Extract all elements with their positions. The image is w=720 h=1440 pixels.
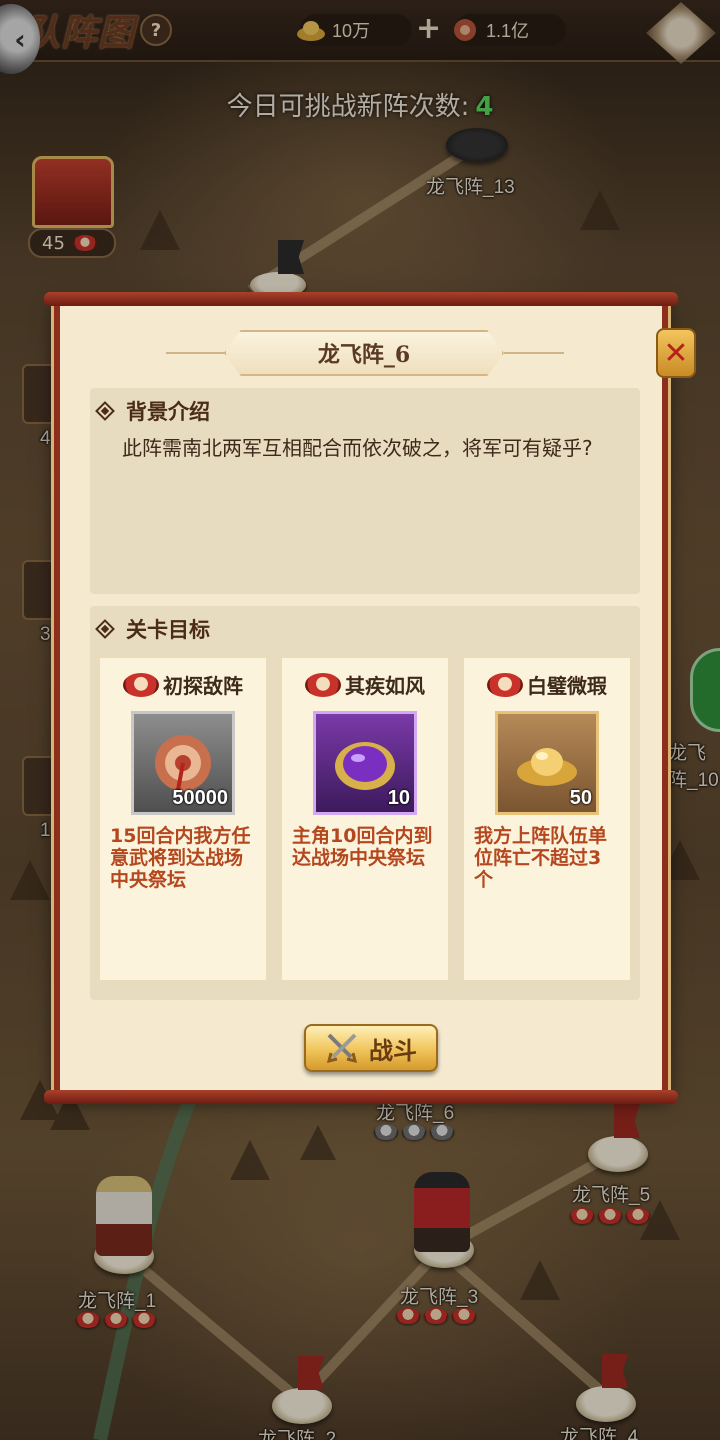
dialog-title-plate: 龙飞阵_6	[224, 330, 504, 376]
diamond-icon	[95, 401, 115, 421]
reward-quantity: 50000	[172, 787, 228, 809]
reward-item[interactable]: 50000	[131, 711, 235, 815]
objective-card: 初探敌阵 50000 15回合内我方任意武将到达战场中央祭坛	[98, 656, 268, 982]
formation-detail-dialog: 龙飞阵_6 ✕ 背景介绍 此阵需南北两军互相配合而依次破之，将军可有疑乎? 关卡…	[44, 292, 696, 1104]
objective-name: 初探敌阵	[163, 674, 243, 698]
objectives-section: 关卡目标 初探敌阵 50000 15回合内我方任意武将到达战场中央祭坛 其疾如风…	[90, 606, 640, 1000]
objective-header: 其疾如风	[305, 670, 425, 699]
reward-item[interactable]: 10	[313, 711, 417, 815]
objective-list: 初探敌阵 50000 15回合内我方任意武将到达战场中央祭坛 其疾如风 10 主…	[90, 644, 640, 982]
objective-card: 白璧微瑕 50 我方上阵队伍单位阵亡不超过3个	[462, 656, 632, 982]
objective-card: 其疾如风 10 主角10回合内到达战场中央祭坛	[280, 656, 450, 982]
objective-description: 主角10回合内到达战场中央祭坛	[292, 825, 433, 869]
reward-quantity: 10	[387, 787, 410, 809]
fight-label: 战斗	[369, 1035, 417, 1065]
background-heading: 背景介绍	[126, 399, 210, 424]
objective-description: 15回合内我方任意武将到达战场中央祭坛	[110, 825, 251, 891]
crossed-swords-icon	[326, 1033, 358, 1064]
reward-item[interactable]: 50	[495, 711, 599, 815]
diamond-icon	[95, 619, 115, 639]
background-text: 此阵需南北两军互相配合而依次破之，将军可有疑乎?	[122, 436, 593, 460]
objective-header: 白璧微瑕	[487, 670, 607, 699]
medal-icon	[123, 672, 159, 697]
reward-quantity: 50	[569, 787, 592, 809]
close-icon: ✕	[663, 335, 689, 371]
background-section: 背景介绍 此阵需南北两军互相配合而依次破之，将军可有疑乎?	[90, 388, 640, 594]
title-divider	[166, 352, 226, 354]
fight-button[interactable]: 战斗	[304, 1024, 438, 1072]
close-button[interactable]: ✕	[656, 328, 696, 378]
objective-name: 白璧微瑕	[527, 674, 607, 698]
medal-icon	[305, 672, 341, 697]
objective-name: 其疾如风	[345, 674, 425, 698]
objective-description: 我方上阵队伍单位阵亡不超过3个	[474, 825, 608, 891]
dialog-title: 龙飞阵_6	[317, 342, 411, 368]
objective-header: 初探敌阵	[123, 670, 243, 699]
section-heading: 关卡目标	[90, 606, 640, 644]
section-heading: 背景介绍	[90, 388, 640, 426]
objectives-heading: 关卡目标	[126, 617, 210, 642]
medal-icon	[487, 672, 523, 697]
title-divider	[504, 352, 564, 354]
